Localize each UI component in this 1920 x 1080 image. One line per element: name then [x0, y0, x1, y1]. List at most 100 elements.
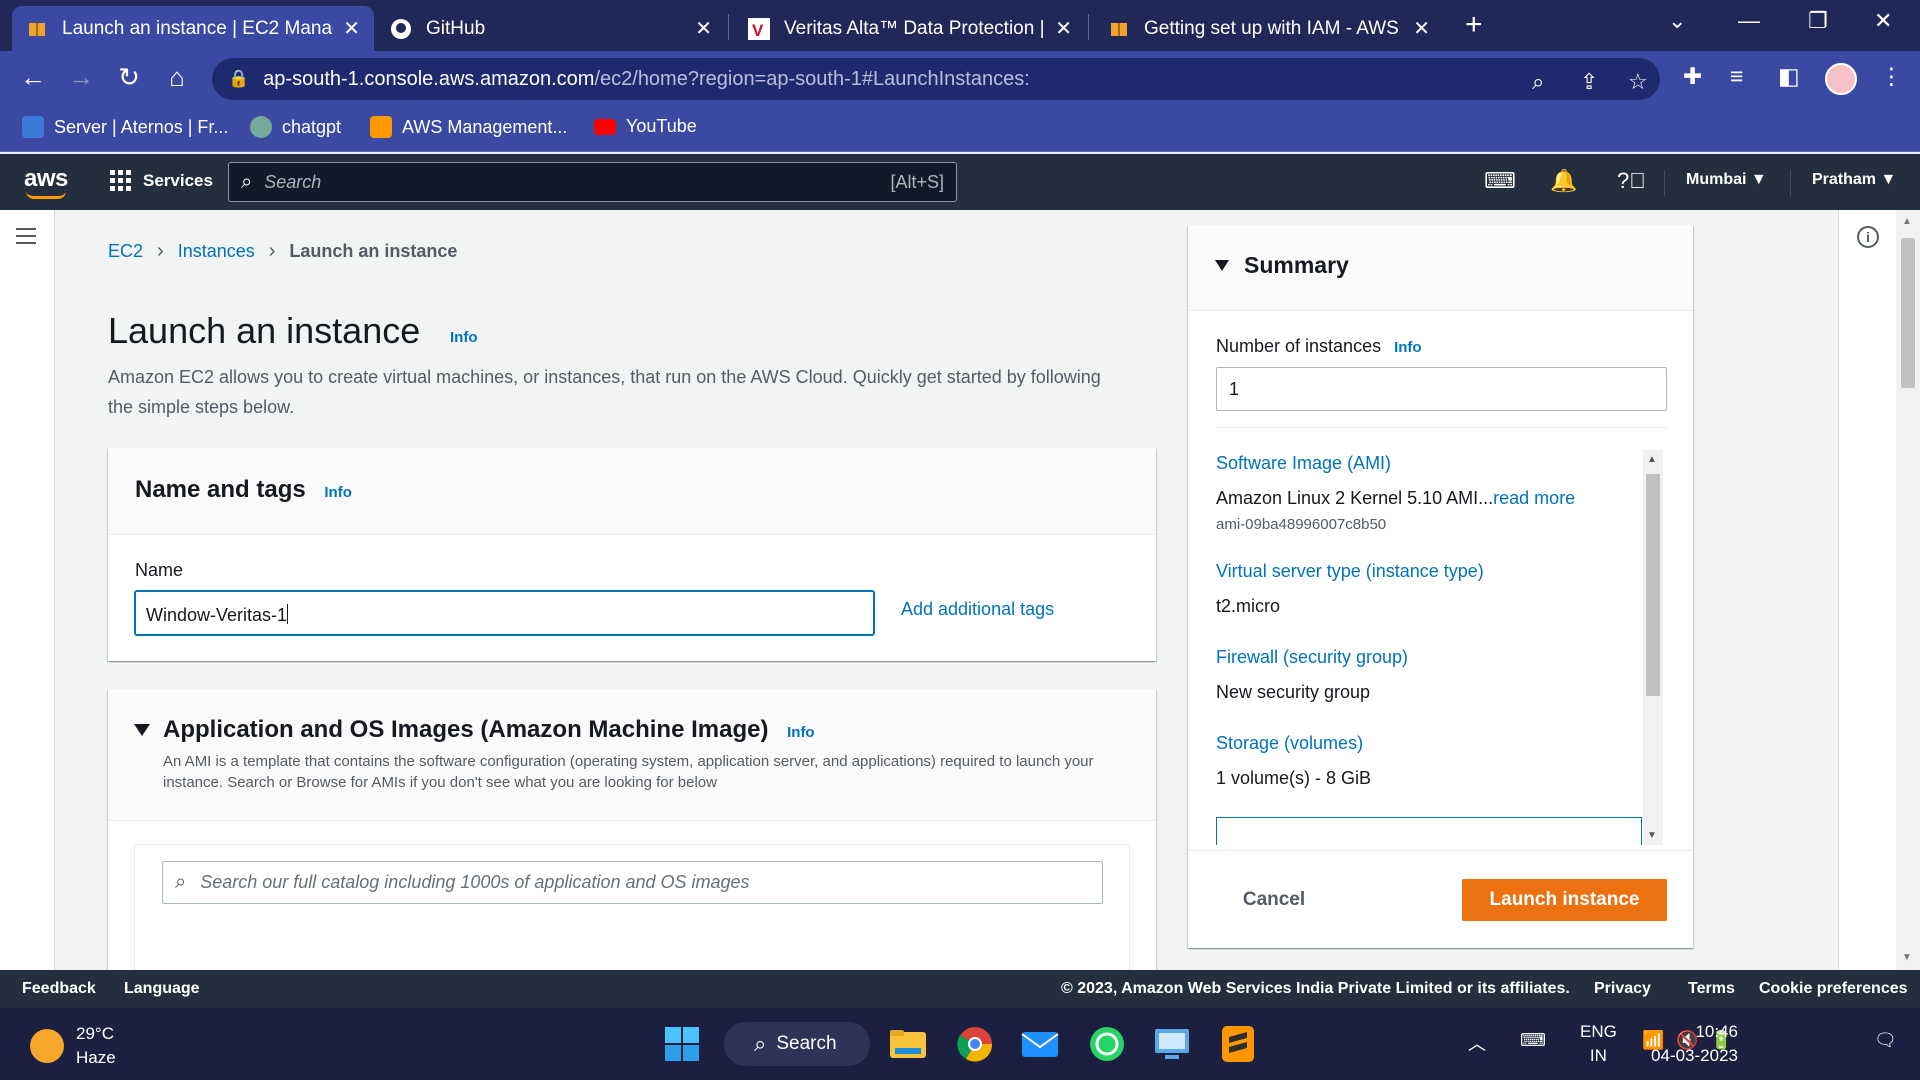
- tab-veritas[interactable]: V Veritas Alta™ Data Protection | Ve ✕: [734, 6, 1086, 51]
- launch-instance-button[interactable]: Launch instance: [1462, 879, 1667, 921]
- side-panel-icon[interactable]: ◧: [1778, 63, 1800, 90]
- weather-widget[interactable]: 29°C Haze: [30, 1022, 116, 1070]
- terms-link[interactable]: Terms: [1688, 980, 1735, 998]
- keyboard-icon[interactable]: ⌨: [1520, 1030, 1546, 1051]
- ami-info-link[interactable]: Info: [787, 724, 815, 741]
- aws-top-nav: aws Services ⌕ Search [Alt+S] ⌨ 🔔 ?⃝ Mum…: [0, 154, 1920, 210]
- collapse-caret-icon[interactable]: [134, 724, 150, 736]
- reload-icon[interactable]: ↻: [112, 62, 146, 93]
- feedback-link[interactable]: Feedback: [22, 980, 96, 998]
- name-label: Name: [135, 560, 184, 580]
- cloudshell-icon[interactable]: ⌨: [1484, 168, 1516, 194]
- zoom-icon[interactable]: ⌕: [1532, 69, 1544, 95]
- profile-avatar[interactable]: [1825, 63, 1857, 95]
- name-tags-info-link[interactable]: Info: [324, 484, 352, 501]
- hamburger-menu-icon[interactable]: [16, 228, 36, 249]
- chrome-icon[interactable]: [955, 1024, 995, 1064]
- cancel-button[interactable]: Cancel: [1232, 879, 1316, 921]
- add-additional-tags-link[interactable]: Add additional tags: [901, 599, 1054, 620]
- bookmark-youtube[interactable]: YouTube: [594, 116, 697, 137]
- browser-toolbar: ← → ↻ ⌂ 🔒 ap-south-1.console.aws.amazon.…: [0, 51, 1920, 107]
- ami-summary-link[interactable]: Software Image (AMI): [1216, 453, 1391, 474]
- chevron-up-icon[interactable]: ︿: [1468, 1030, 1486, 1056]
- scrollbar-thumb[interactable]: [1646, 474, 1660, 696]
- file-explorer-icon[interactable]: [888, 1024, 928, 1064]
- region-selector[interactable]: Mumbai ▼: [1686, 171, 1767, 189]
- scroll-up-arrow-icon[interactable]: ▲: [1902, 216, 1912, 227]
- ami-panel: Application and OS Images (Amazon Machin…: [108, 689, 1156, 984]
- ami-title: Application and OS Images (Amazon Machin…: [163, 716, 815, 743]
- scrollbar-thumb[interactable]: [1901, 238, 1915, 388]
- breadcrumb: EC2 › Instances › Launch an instance: [108, 240, 457, 263]
- new-tab-plus-icon[interactable]: +: [1465, 8, 1483, 42]
- whatsapp-icon[interactable]: [1087, 1024, 1127, 1064]
- privacy-link[interactable]: Privacy: [1594, 980, 1651, 998]
- bookmarks-bar: Server | Aternos | Fr... chatgpt AWS Man…: [0, 107, 1920, 152]
- language-indicator[interactable]: ENG IN: [1580, 1020, 1617, 1068]
- home-icon[interactable]: ⌂: [160, 62, 194, 93]
- left-nav-rail: [0, 210, 55, 970]
- aternos-icon: [22, 116, 44, 138]
- close-window-icon[interactable]: ✕: [1874, 8, 1892, 34]
- num-instances-info-link[interactable]: Info: [1394, 339, 1422, 356]
- collapse-caret-icon[interactable]: [1215, 260, 1229, 271]
- divider: [1216, 427, 1667, 428]
- sublime-text-icon[interactable]: [1218, 1024, 1258, 1064]
- taskbar-search[interactable]: ⌕ Search: [724, 1022, 870, 1066]
- bookmark-aws[interactable]: AWS Management...: [370, 116, 567, 138]
- services-menu[interactable]: Services: [110, 170, 213, 191]
- close-icon[interactable]: ✕: [343, 16, 360, 41]
- tab-search-chevron-icon[interactable]: ⌄: [1668, 8, 1686, 34]
- firewall-link[interactable]: Firewall (security group): [1216, 647, 1408, 668]
- bookmark-aternos[interactable]: Server | Aternos | Fr...: [22, 116, 228, 138]
- breadcrumb-instances[interactable]: Instances: [178, 241, 255, 262]
- close-icon[interactable]: ✕: [695, 16, 712, 41]
- windows-taskbar: 29°C Haze ⌕ Search ︿ ⌨ ENG IN 📶 🔇 🔋 10:4…: [0, 1008, 1920, 1080]
- scroll-down-arrow-icon[interactable]: ▼: [1647, 830, 1657, 841]
- language-link[interactable]: Language: [124, 980, 200, 998]
- close-icon[interactable]: ✕: [1055, 16, 1072, 41]
- address-bar[interactable]: 🔒 ap-south-1.console.aws.amazon.com/ec2/…: [212, 58, 1660, 100]
- media-control-icon[interactable]: ≡: [1730, 63, 1743, 90]
- forward-icon[interactable]: →: [64, 62, 98, 93]
- user-menu[interactable]: Pratham ▼: [1812, 171, 1896, 189]
- mail-icon[interactable]: [1020, 1024, 1060, 1064]
- bookmark-star-icon[interactable]: ☆: [1628, 69, 1648, 95]
- tab-iam[interactable]: Getting set up with IAM - AWS Id ✕: [1094, 6, 1444, 51]
- page-info-link[interactable]: Info: [450, 329, 478, 346]
- notification-center-icon[interactable]: 🗨: [1874, 1030, 1897, 1051]
- scroll-down-arrow-icon[interactable]: ▼: [1902, 952, 1912, 963]
- scroll-up-arrow-icon[interactable]: ▲: [1647, 454, 1657, 465]
- cookie-preferences-link[interactable]: Cookie preferences: [1759, 980, 1908, 998]
- bookmark-chatgpt[interactable]: chatgpt: [250, 116, 341, 138]
- ami-id: ami-09ba48996007c8b50: [1216, 516, 1387, 533]
- num-instances-input[interactable]: 1: [1216, 367, 1667, 411]
- back-icon[interactable]: ←: [16, 62, 50, 93]
- ami-search-input[interactable]: ⌕ Search our full catalog including 1000…: [162, 861, 1103, 904]
- minimize-icon[interactable]: —: [1738, 8, 1760, 34]
- page-scrollbar[interactable]: ▲ ▼: [1896, 210, 1920, 970]
- close-icon[interactable]: ✕: [1413, 16, 1430, 41]
- help-icon[interactable]: ?⃝: [1617, 168, 1646, 194]
- summary-scrollbar[interactable]: ▲ ▼: [1643, 450, 1663, 845]
- breadcrumb-ec2[interactable]: EC2: [108, 241, 143, 262]
- read-more-link[interactable]: read more: [1493, 488, 1575, 508]
- aws-search-input[interactable]: ⌕ Search [Alt+S]: [228, 162, 957, 202]
- menu-kebab-icon[interactable]: ⋮: [1880, 63, 1903, 90]
- search-icon: ⌕: [241, 170, 253, 193]
- name-input[interactable]: Window-Veritas-1: [134, 590, 875, 636]
- info-icon[interactable]: i: [1857, 226, 1879, 248]
- windows-start-icon[interactable]: [662, 1024, 702, 1064]
- aws-logo[interactable]: aws: [24, 165, 68, 199]
- extensions-icon[interactable]: ✚: [1683, 63, 1702, 90]
- tab-ec2-launch[interactable]: Launch an instance | EC2 Manage ✕: [12, 6, 374, 51]
- notifications-bell-icon[interactable]: 🔔: [1550, 168, 1577, 194]
- storage-link[interactable]: Storage (volumes): [1216, 733, 1363, 754]
- instance-type-link[interactable]: Virtual server type (instance type): [1216, 561, 1484, 582]
- remote-desktop-icon[interactable]: [1152, 1024, 1192, 1064]
- clock[interactable]: 10:46 04-03-2023: [1638, 1020, 1738, 1068]
- restore-icon[interactable]: ❐: [1808, 8, 1828, 34]
- header-divider: [1790, 170, 1791, 196]
- tab-github[interactable]: GitHub ✕: [376, 6, 726, 51]
- share-icon[interactable]: ⇪: [1580, 69, 1598, 95]
